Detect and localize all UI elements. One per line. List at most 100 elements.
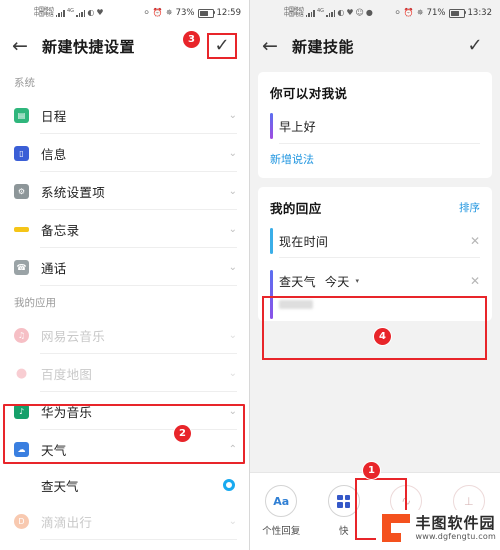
wifi-icon: ◐ <box>87 8 95 17</box>
close-icon[interactable]: ✕ <box>462 275 480 287</box>
card-you-can-say: 你可以对我说 早上好 新增说法 <box>258 72 492 178</box>
chevron-down-icon: ⌄ <box>228 329 237 341</box>
bluetooth-heart-icon: ♥ <box>346 8 354 17</box>
section-title-system: 系统 <box>14 77 35 89</box>
radio-selected-icon[interactable] <box>223 479 235 491</box>
signal-bars-icon-1 <box>55 9 65 17</box>
back-arrow-icon[interactable]: ← <box>262 36 284 56</box>
carrier-line-2: 中国电信 <box>284 12 304 18</box>
toolbar-label: 个性回复 <box>262 526 301 537</box>
chevron-down-icon: ⌄ <box>228 405 237 417</box>
chevron-down-icon: ⌄ <box>228 367 237 379</box>
row-netease-music[interactable]: ♫ 网易云音乐 ⌄ <box>0 316 249 354</box>
page-title: 新建快捷设置 <box>42 37 136 56</box>
toolbar-item-personal-reply[interactable]: Aa 个性回复 <box>250 485 313 537</box>
netease-music-icon: ♫ <box>14 327 29 343</box>
card-my-reply: 我的回应 排序 现在时间 ✕ 查天气 今天 ▾ ✕ <box>258 187 492 321</box>
mute-icon: ⚪ <box>394 8 401 17</box>
reply-entry-check-weather[interactable]: 查天气 今天 ▾ ✕ <box>270 264 480 319</box>
message-icon: ▯ <box>14 145 29 161</box>
marker-4: 4 <box>374 328 391 345</box>
mute-icon: ⚪ <box>143 8 150 17</box>
card-title: 我的回应 <box>270 201 322 216</box>
status-right-group: ⚪ ⏰ ✵ 71% 13:32 <box>394 8 492 18</box>
status-clock: 13:32 <box>467 8 493 18</box>
close-icon[interactable]: ✕ <box>462 235 480 247</box>
phone-icon: ☎ <box>14 259 29 275</box>
chevron-down-icon: ⌄ <box>228 515 237 527</box>
signal-bars-icon-2 <box>76 9 86 17</box>
row-calendar[interactable]: ▤ 日程 ⌄ <box>0 96 249 134</box>
row-label: 备忘录 <box>41 222 80 238</box>
row-didi[interactable]: D 滴滴出行 ⌄ <box>0 502 249 540</box>
phrase-text: 早上好 <box>279 119 316 134</box>
chevron-down-icon: ⌄ <box>228 109 237 121</box>
skill-editor-content: 你可以对我说 早上好 新增说法 我的回应 排序 现在时间 ✕ 查天气 今天 ▾ … <box>250 66 500 472</box>
row-system-settings[interactable]: ⚙ 系统设置项 ⌄ <box>0 172 249 210</box>
battery-percent-label: 73% <box>175 8 195 18</box>
add-phrase-link[interactable]: 新增说法 <box>270 144 314 168</box>
left-status-bar: 中国移动 中国电信 4G ◐ ♥ ⚪ ⏰ ✵ 73% 12:59 <box>0 0 249 26</box>
huawei-music-icon: ♪ <box>14 403 29 419</box>
chevron-down-icon: ⌄ <box>228 147 237 159</box>
row-baidu-map[interactable]: ● 百度地图 ⌄ <box>0 354 249 392</box>
marker-1: 1 <box>363 462 380 479</box>
sub-item-label: 查天气 <box>41 478 79 494</box>
watermark-text: 丰图软件园 www.dgfengtu.com <box>415 514 496 542</box>
gear-icon: ⚙ <box>14 183 29 199</box>
row-huawei-music[interactable]: ♪ 华为音乐 ⌄ <box>0 392 249 430</box>
sort-link[interactable]: 排序 <box>459 200 480 215</box>
marker-2: 2 <box>174 425 191 442</box>
toolbar-label: 快 <box>338 526 349 537</box>
right-app-bar: ← 新建技能 ✓ <box>250 26 500 66</box>
back-arrow-icon[interactable]: ← <box>12 36 34 56</box>
status-right-group: ⚪ ⏰ ✵ 73% 12:59 <box>143 8 241 18</box>
reply-entry-weather-wrapper: 查天气 今天 ▾ ✕ <box>270 258 480 319</box>
bluetooth-icon: ✵ <box>416 8 424 17</box>
reply-label: 查天气 <box>279 274 316 289</box>
grid-apps-icon <box>327 485 360 517</box>
row-weather[interactable]: ☁ 天气 ⌃ <box>0 430 249 468</box>
watermark-url: www.dgfengtu.com <box>415 532 496 542</box>
accent-bar <box>270 270 273 319</box>
note-icon <box>14 226 29 232</box>
wave-glyph: ∿ <box>401 494 412 508</box>
right-status-bar: 中国移动 中国电信 4G ◐ ♥ ☺ ● ⚪ ⏰ ✵ 71% 13:32 <box>250 0 500 26</box>
page-title: 新建技能 <box>292 37 355 56</box>
signal-bars-icon-1 <box>305 9 315 17</box>
confirm-checkmark-button[interactable]: ✓ <box>462 37 488 55</box>
carrier-labels: 中国移动 中国电信 <box>34 7 54 19</box>
carrier-labels: 中国移动 中国电信 <box>284 7 304 19</box>
alarm-icon: ⏰ <box>403 8 414 17</box>
phrase-entry[interactable]: 早上好 <box>270 109 480 143</box>
accent-bar <box>270 113 273 139</box>
row-health[interactable]: ♥ 运动健康 ⌄ <box>0 540 249 550</box>
status-left-group: 中国移动 中国电信 4G ◐ ♥ <box>34 7 104 19</box>
card-title: 你可以对我说 <box>270 86 348 101</box>
reply-value[interactable]: 今天 <box>325 273 350 290</box>
redacted-value-text <box>279 300 313 309</box>
chevron-down-icon[interactable]: ▾ <box>356 277 360 285</box>
settings-list[interactable]: 系统 ▤ 日程 ⌄ ▯ 信息 ⌄ ⚙ 系统设置项 ⌄ 备忘录 ⌄ ☎ 通话 ⌄ … <box>0 66 249 550</box>
row-messages[interactable]: ▯ 信息 ⌄ <box>0 134 249 172</box>
battery-icon <box>448 8 466 18</box>
chevron-down-icon: ⌄ <box>228 223 237 235</box>
battery-icon <box>197 8 215 18</box>
mic-glyph: ⊥ <box>463 494 474 508</box>
toolbar-item-quick-skill[interactable]: 快 <box>313 485 376 537</box>
weather-sub-item-check-weather[interactable]: 查天气 <box>0 468 249 502</box>
weather-cloud-icon: ☁ <box>14 441 29 457</box>
bluetooth-heart-icon: ♥ <box>96 8 104 17</box>
marker-3: 3 <box>183 31 200 48</box>
reply-entry-current-time[interactable]: 现在时间 ✕ <box>270 224 480 258</box>
card-header: 我的回应 排序 <box>270 198 480 217</box>
chevron-down-icon: ⌄ <box>228 185 237 197</box>
confirm-checkmark-button[interactable]: ✓ <box>207 33 237 59</box>
dual-screenshot-container: 中国移动 中国电信 4G ◐ ♥ ⚪ ⏰ ✵ 73% 12:59 ← 新建快捷设… <box>0 0 500 550</box>
bluetooth-icon: ✵ <box>165 8 173 17</box>
map-pin-icon: ● <box>15 365 28 381</box>
didi-icon: D <box>14 513 29 529</box>
accent-bar <box>270 228 273 254</box>
row-calls[interactable]: ☎ 通话 ⌄ <box>0 248 249 286</box>
row-notes[interactable]: 备忘录 ⌄ <box>0 210 249 248</box>
